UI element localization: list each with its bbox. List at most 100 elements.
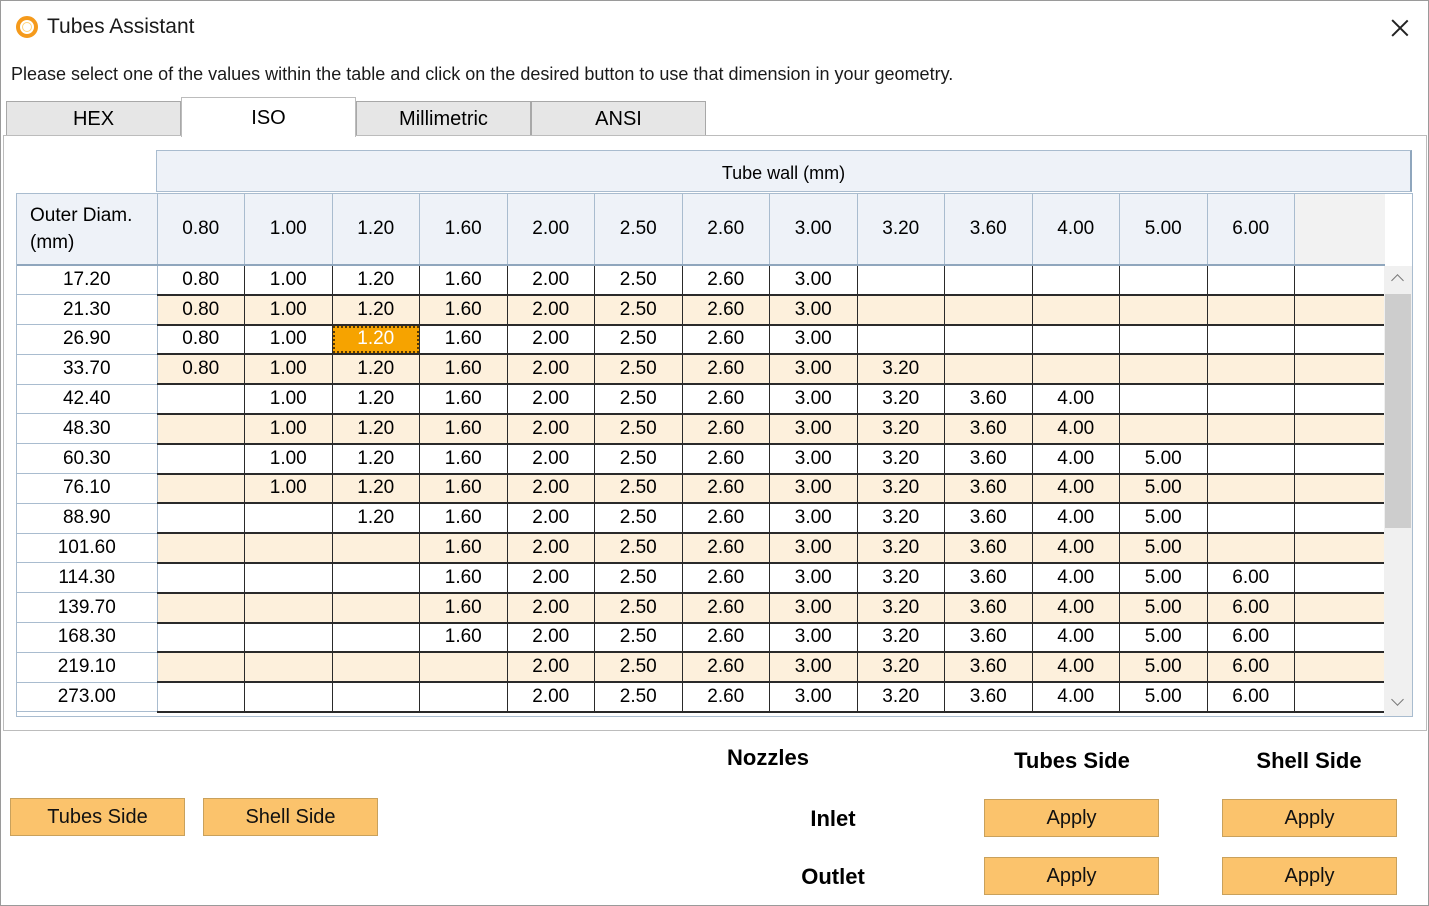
wall-value-cell[interactable]: [157, 503, 245, 535]
wall-value-cell[interactable]: [1032, 294, 1120, 326]
wall-value-cell[interactable]: [244, 682, 333, 713]
wall-value-cell[interactable]: 3.60: [944, 443, 1033, 475]
wall-value-cell[interactable]: 4.00: [1032, 562, 1120, 594]
wall-value-cell[interactable]: 5.00: [1119, 443, 1208, 475]
wall-value-cell[interactable]: [157, 473, 245, 505]
wall-value-cell[interactable]: 2.00: [507, 652, 595, 684]
wall-value-cell[interactable]: 2.60: [682, 354, 770, 386]
wall-value-cell[interactable]: [944, 265, 1033, 296]
wall-value-cell[interactable]: [857, 265, 945, 296]
wall-value-cell[interactable]: 3.00: [769, 682, 858, 713]
wall-value-cell[interactable]: 4.00: [1032, 503, 1120, 535]
wall-value-cell[interactable]: 2.00: [507, 294, 595, 326]
wall-value-cell[interactable]: 3.00: [769, 294, 858, 326]
wall-value-cell[interactable]: 2.00: [507, 265, 595, 296]
wall-value-cell[interactable]: [1032, 354, 1120, 386]
wall-value-cell[interactable]: [1207, 265, 1295, 296]
wall-value-cell[interactable]: [157, 443, 245, 475]
wall-value-cell[interactable]: 3.20: [857, 413, 945, 445]
wall-value-cell[interactable]: 5.00: [1119, 592, 1208, 624]
wall-value-cell[interactable]: [1207, 384, 1295, 415]
wall-value-cell[interactable]: 2.60: [682, 324, 770, 356]
wall-value-cell[interactable]: 6.00: [1207, 682, 1295, 713]
wall-value-cell[interactable]: [332, 533, 420, 564]
wall-value-cell[interactable]: 1.20: [332, 354, 420, 386]
wall-value-cell[interactable]: 2.50: [594, 413, 683, 445]
wall-value-cell[interactable]: 3.20: [857, 652, 945, 684]
apply-shell-outlet-button[interactable]: Apply: [1222, 857, 1397, 895]
wall-value-cell[interactable]: 5.00: [1119, 473, 1208, 505]
wall-value-cell[interactable]: 4.00: [1032, 682, 1120, 713]
wall-value-cell[interactable]: [1119, 413, 1208, 445]
wall-value-cell[interactable]: 1.00: [244, 324, 333, 356]
wall-value-cell[interactable]: [157, 533, 245, 564]
wall-value-cell[interactable]: [244, 592, 333, 624]
wall-value-cell[interactable]: 2.00: [507, 413, 595, 445]
wall-value-cell[interactable]: 2.60: [682, 562, 770, 594]
wall-value-cell[interactable]: 6.00: [1207, 622, 1295, 654]
wall-value-cell[interactable]: [244, 503, 333, 535]
wall-value-cell[interactable]: 3.00: [769, 384, 858, 415]
wall-value-cell[interactable]: 2.00: [507, 533, 595, 564]
wall-value-cell[interactable]: 3.60: [944, 622, 1033, 654]
wall-value-cell[interactable]: [244, 622, 333, 654]
wall-value-cell[interactable]: 2.50: [594, 294, 683, 326]
wall-value-cell[interactable]: 1.60: [419, 562, 508, 594]
wall-value-cell[interactable]: [157, 384, 245, 415]
wall-value-cell[interactable]: 1.60: [419, 354, 508, 386]
wall-value-cell[interactable]: 3.60: [944, 562, 1033, 594]
wall-value-cell[interactable]: 2.50: [594, 354, 683, 386]
wall-value-cell[interactable]: 2.50: [594, 652, 683, 684]
wall-value-cell[interactable]: 1.00: [244, 413, 333, 445]
wall-value-cell[interactable]: 5.00: [1119, 533, 1208, 564]
wall-value-cell[interactable]: 2.00: [507, 503, 595, 535]
wall-value-cell[interactable]: 2.00: [507, 443, 595, 475]
wall-value-cell[interactable]: [157, 562, 245, 594]
wall-value-cell[interactable]: [332, 562, 420, 594]
wall-value-cell[interactable]: 1.00: [244, 354, 333, 386]
wall-value-cell[interactable]: 3.20: [857, 533, 945, 564]
tab-ansi[interactable]: ANSI: [531, 101, 706, 135]
wall-value-cell[interactable]: 1.00: [244, 443, 333, 475]
wall-value-cell[interactable]: 1.60: [419, 622, 508, 654]
wall-value-cell[interactable]: 5.00: [1119, 652, 1208, 684]
wall-value-cell[interactable]: 4.00: [1032, 592, 1120, 624]
wall-value-cell[interactable]: 3.00: [769, 622, 858, 654]
wall-value-cell[interactable]: [419, 652, 508, 684]
wall-value-cell[interactable]: 2.00: [507, 473, 595, 505]
wall-value-cell[interactable]: 5.00: [1119, 562, 1208, 594]
wall-value-cell[interactable]: 1.60: [419, 533, 508, 564]
wall-value-cell[interactable]: [332, 652, 420, 684]
wall-value-cell[interactable]: 2.00: [507, 622, 595, 654]
wall-value-cell[interactable]: 1.20: [332, 443, 420, 475]
wall-value-cell[interactable]: 2.00: [507, 592, 595, 624]
wall-value-cell[interactable]: 2.60: [682, 265, 770, 296]
wall-value-cell[interactable]: 2.60: [682, 503, 770, 535]
wall-value-cell[interactable]: 2.50: [594, 533, 683, 564]
wall-value-cell[interactable]: 2.50: [594, 324, 683, 356]
wall-value-cell[interactable]: 1.00: [244, 473, 333, 505]
wall-value-cell[interactable]: 4.00: [1032, 473, 1120, 505]
wall-value-cell[interactable]: 2.00: [507, 354, 595, 386]
wall-value-cell[interactable]: [944, 294, 1033, 326]
wall-value-cell[interactable]: 3.20: [857, 503, 945, 535]
wall-value-cell[interactable]: 1.20: [332, 503, 420, 535]
scroll-thumb[interactable]: [1385, 294, 1411, 528]
wall-value-cell[interactable]: 2.60: [682, 413, 770, 445]
wall-value-cell[interactable]: [157, 592, 245, 624]
wall-value-cell[interactable]: 1.20: [332, 294, 420, 326]
close-icon[interactable]: [1383, 11, 1417, 45]
wall-value-cell[interactable]: 1.20: [332, 473, 420, 505]
wall-value-cell[interactable]: [419, 682, 508, 713]
wall-value-cell[interactable]: [1032, 324, 1120, 356]
wall-value-cell[interactable]: 2.50: [594, 562, 683, 594]
wall-value-cell[interactable]: 4.00: [1032, 443, 1120, 475]
table-scrollbar[interactable]: [1384, 266, 1412, 716]
wall-value-cell[interactable]: 1.60: [419, 324, 508, 356]
wall-value-cell[interactable]: 4.00: [1032, 533, 1120, 564]
wall-value-cell[interactable]: 4.00: [1032, 413, 1120, 445]
wall-value-cell[interactable]: 2.00: [507, 682, 595, 713]
wall-value-cell[interactable]: 4.00: [1032, 652, 1120, 684]
wall-value-cell[interactable]: 3.60: [944, 652, 1033, 684]
wall-value-cell[interactable]: 2.50: [594, 384, 683, 415]
